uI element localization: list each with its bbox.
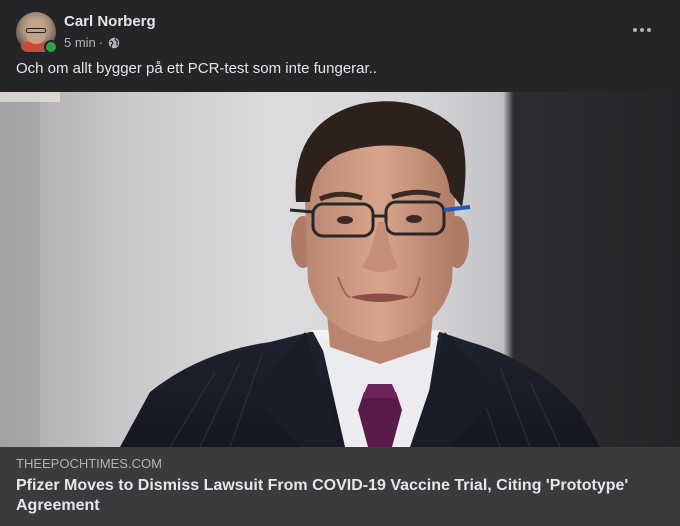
post-meta: 5 min ·: [64, 35, 120, 50]
post-header: Carl Norberg 5 min ·: [16, 12, 664, 54]
meta-separator: ·: [98, 35, 104, 50]
shared-link-image[interactable]: [0, 92, 680, 447]
man-in-suit-photo: [0, 92, 600, 447]
author-avatar[interactable]: [16, 12, 58, 54]
more-options-button[interactable]: [628, 16, 656, 44]
link-domain: THEEPOCHTIMES.COM: [16, 456, 162, 471]
facebook-post: Carl Norberg 5 min · Och om allt bygger …: [0, 0, 680, 526]
author-name[interactable]: Carl Norberg: [64, 13, 156, 30]
globe-icon[interactable]: [108, 37, 120, 49]
link-preview[interactable]: THEEPOCHTIMES.COM Pfizer Moves to Dismis…: [0, 447, 680, 526]
post-text: Och om allt bygger på ett PCR-test som i…: [16, 60, 377, 77]
online-status-indicator: [44, 40, 58, 54]
post-timestamp[interactable]: 5 min: [64, 35, 96, 50]
more-options-icon: [633, 28, 637, 32]
link-title[interactable]: Pfizer Moves to Dismiss Lawsuit From COV…: [16, 476, 636, 516]
